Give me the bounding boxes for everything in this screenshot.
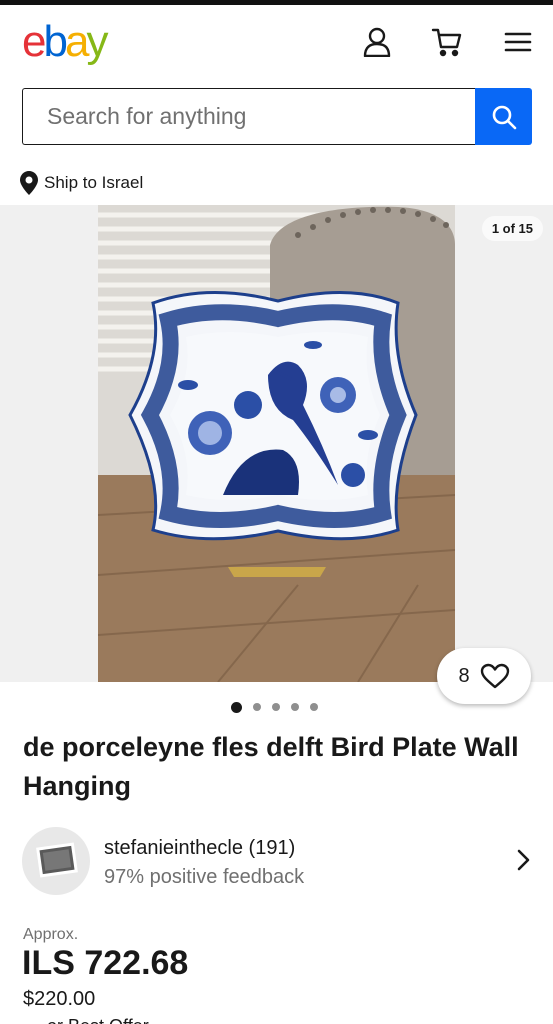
pagination-dot-3[interactable]: [272, 703, 280, 711]
pagination-dot-2[interactable]: [253, 703, 261, 711]
ship-to-label: Ship to Israel: [44, 173, 144, 192]
cart-icon[interactable]: [430, 25, 464, 59]
header: e b a y: [0, 5, 553, 75]
original-price: $220.00: [23, 988, 96, 1010]
chevron-right-icon: [517, 849, 530, 871]
seller-info[interactable]: stefanieinthecle (191) 97% positive feed…: [22, 827, 532, 895]
image-gallery[interactable]: 1 of 15: [0, 205, 553, 682]
listing-title: de porceleyne fles delft Bird Plate Wall…: [23, 732, 519, 801]
logo-letter-e: e: [22, 17, 47, 66]
approx-label: Approx.: [23, 926, 79, 943]
search-icon: [492, 105, 516, 129]
menu-icon[interactable]: [501, 25, 535, 59]
seller-avatar: [22, 827, 90, 895]
user-icon[interactable]: [360, 25, 394, 59]
logo-letter-y: y: [86, 17, 108, 66]
seller-name: stefanieinthecle (191): [104, 837, 296, 859]
search-input[interactable]: [22, 88, 475, 145]
seller-feedback: 97% positive feedback: [104, 866, 305, 888]
logo-letter-a: a: [64, 17, 90, 66]
listing-photo[interactable]: [98, 205, 455, 682]
image-pagination: [0, 700, 553, 714]
pagination-dot-5[interactable]: [310, 703, 318, 711]
search-bar: [22, 88, 532, 145]
logo-letter-b: b: [43, 17, 68, 66]
watch-count: 8: [458, 664, 470, 687]
best-offer-label: or Best Offer: [47, 1016, 149, 1024]
pagination-dot-4[interactable]: [291, 703, 299, 711]
pagination-dot-1[interactable]: [231, 701, 242, 713]
converted-price: ILS 722.68: [22, 944, 189, 982]
ebay-logo[interactable]: e b a y: [22, 17, 108, 66]
location-pin-icon: [20, 171, 38, 195]
image-counter: 1 of 15: [481, 216, 543, 241]
heart-icon: [480, 663, 509, 689]
search-button[interactable]: [475, 88, 532, 145]
watch-button[interactable]: 8: [437, 648, 531, 704]
ship-to-location[interactable]: Ship to Israel: [20, 170, 143, 196]
